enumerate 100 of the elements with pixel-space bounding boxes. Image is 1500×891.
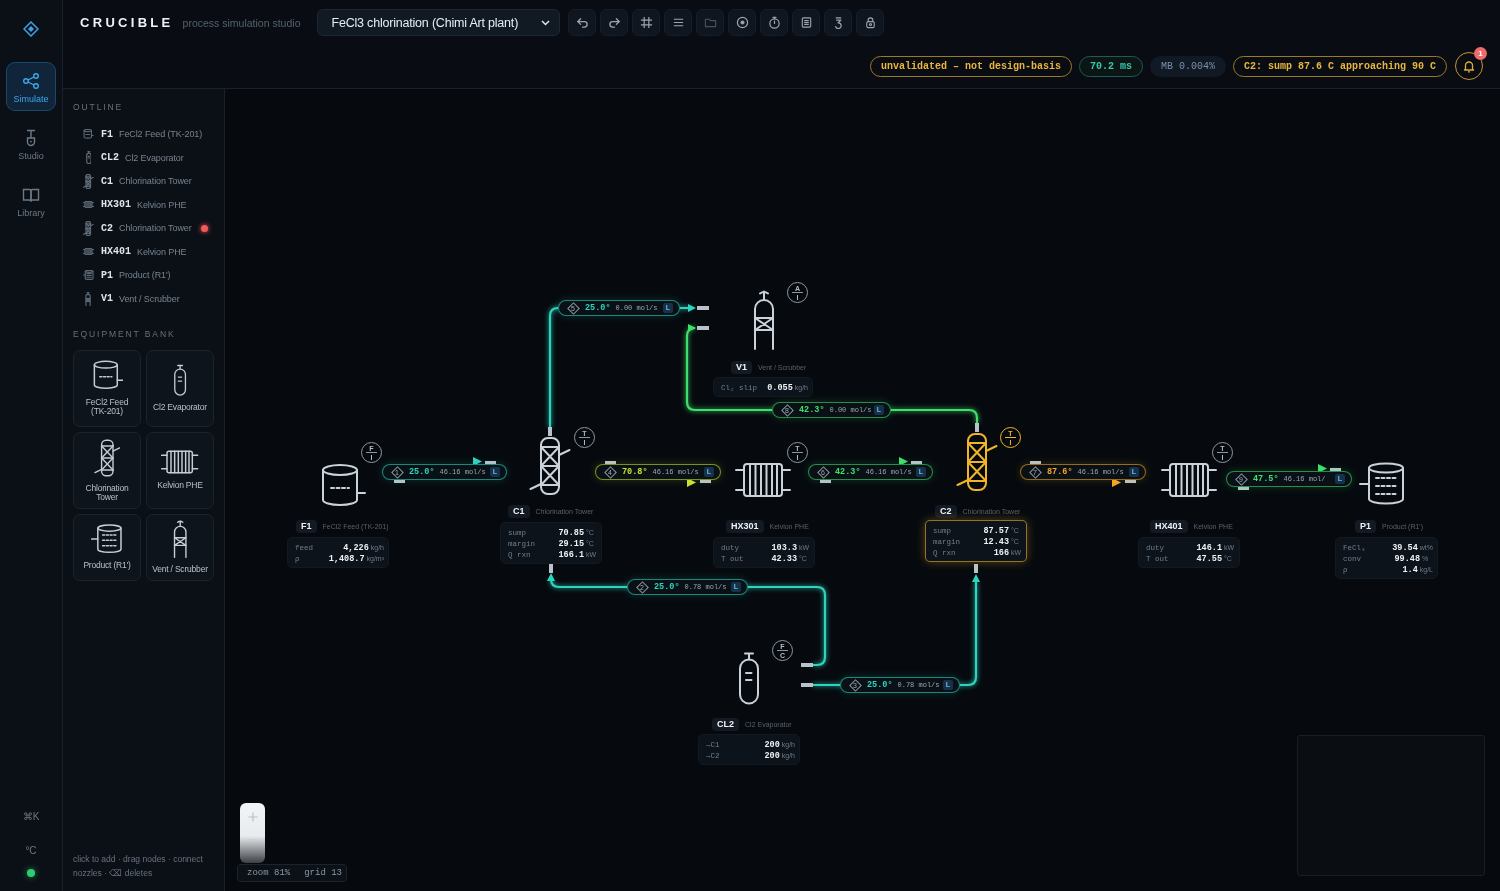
node-tag: V1	[731, 361, 752, 374]
reading-value: 166.1	[558, 549, 584, 560]
unit-toggle[interactable]: °C	[25, 845, 37, 857]
plate-exchanger-icon	[161, 450, 199, 474]
outline-item[interactable]: P1 Product (R1')	[73, 263, 214, 287]
stopwatch-icon	[767, 16, 781, 29]
stream-temperature: 87.6°	[1047, 467, 1073, 477]
column-icon	[93, 438, 121, 477]
node-tag: P1	[1355, 520, 1376, 533]
stream-temperature: 25.0°	[867, 680, 893, 690]
section-title: EQUIPMENT BANK	[73, 328, 177, 339]
reading-value: 12.43	[983, 536, 1009, 547]
sheet-button[interactable]	[792, 9, 821, 36]
grid-icon	[639, 16, 653, 29]
reading-value: 0.055	[767, 382, 793, 393]
outline-item[interactable]: HX301 Kelvion PHE	[73, 193, 214, 217]
vent-vessel-icon	[85, 291, 92, 306]
reading-value: 103.3	[771, 542, 797, 553]
column-icon	[83, 220, 94, 236]
command-shortcut[interactable]: ⌘K	[22, 811, 40, 823]
book-icon	[22, 186, 40, 204]
node-tag: F1	[296, 520, 317, 533]
reading-value: 70.85	[558, 527, 584, 538]
node-tag: C2	[935, 505, 957, 518]
equipment-tile[interactable]: Kelvion PHE	[146, 431, 214, 509]
outline-item[interactable]: C1 Chlorination Tower	[73, 169, 214, 193]
plus-icon	[247, 812, 258, 822]
list-button[interactable]	[664, 9, 693, 36]
outline-item[interactable]: F1 FeCl2 Feed (TK-201)	[73, 122, 214, 146]
storage-tank-icon	[90, 524, 124, 554]
reading-value: 4,226	[343, 542, 369, 553]
document-icon	[799, 16, 813, 29]
section-title: OUTLINE	[73, 102, 125, 112]
reading-value: 87.57	[983, 525, 1009, 536]
node-tag: HX401	[1150, 520, 1188, 533]
stream-temperature: 70.8°	[622, 467, 648, 477]
reading-value: 42.33	[771, 553, 797, 564]
help-hint: click to add · drag nodes · connect nozzles · ⌫ deletes	[73, 853, 204, 880]
reading-value: 47.55	[1196, 553, 1222, 564]
brand-tagline: process simulation studio	[182, 16, 301, 29]
status-badge: MB 0.004%	[1149, 55, 1226, 77]
share-nodes-icon	[22, 72, 40, 90]
stream-temperature: 25.0°	[409, 467, 435, 477]
redo-button[interactable]	[600, 9, 629, 36]
reading-value: 29.15	[558, 538, 584, 549]
reading-value: 200	[764, 739, 780, 750]
list-icon	[671, 16, 685, 29]
vent-vessel-icon	[171, 520, 189, 558]
reading-value: 39.54	[1392, 542, 1418, 553]
redo-icon	[607, 16, 621, 29]
stream-temperature: 42.3°	[799, 405, 825, 415]
node-tag: C1	[508, 505, 530, 518]
reading-value: 146.1	[1196, 542, 1222, 553]
lock-button[interactable]	[856, 9, 885, 36]
chevron-down-icon	[541, 19, 551, 26]
notification-count: 1	[1474, 47, 1487, 60]
outline-item[interactable]: V1 Vent / Scrubber	[73, 287, 214, 311]
glyph-button[interactable]	[824, 9, 853, 36]
equipment-tile[interactable]: Product (R1')	[73, 513, 141, 581]
gas-cylinder-icon	[172, 364, 188, 396]
node-tag: HX301	[726, 520, 764, 533]
bell-icon	[1462, 59, 1476, 73]
plate-exchanger-icon	[83, 201, 94, 209]
nav-item[interactable]: Simulate	[6, 62, 56, 111]
outline-item[interactable]: CL2 Cl2 Evaporator	[73, 146, 214, 170]
reading-value: 1.4	[1402, 564, 1418, 575]
outline-item[interactable]: C2 Chlorination Tower	[73, 216, 214, 240]
stream-temperature: 25.0°	[585, 303, 611, 313]
stream-temperature: 42.3°	[835, 467, 861, 477]
equipment-tile[interactable]: Vent / Scrubber	[146, 513, 214, 581]
status-badge: 70.2 ms	[1078, 55, 1143, 77]
node-tag: CL2	[712, 718, 739, 731]
equipment-tile[interactable]: Chlorination Tower	[73, 431, 141, 509]
reading-value: 166	[993, 547, 1009, 558]
equipment-tile[interactable]: FeCl2 Feed (TK-201)	[73, 349, 141, 427]
project-select[interactable]: FeCl3 chlorination (Chimi Art plant)	[317, 9, 561, 36]
grid-button[interactable]	[632, 9, 661, 36]
stream-temperature: 47.5°	[1253, 474, 1279, 484]
logo-icon	[23, 21, 39, 37]
undo-button[interactable]	[568, 9, 597, 36]
gas-cylinder-icon	[85, 151, 92, 165]
stream-temperature: 25.0°	[654, 582, 680, 592]
outline-item[interactable]: HX401 Kelvion PHE	[73, 240, 214, 264]
storage-tank-icon	[83, 270, 94, 281]
reading-value: 99.48	[1394, 553, 1420, 564]
brand-name: CRUCIBLE	[80, 15, 174, 30]
target-button[interactable]	[728, 9, 757, 36]
folder-icon	[703, 16, 717, 29]
timer-button[interactable]	[760, 9, 789, 36]
minus-icon	[247, 839, 258, 841]
target-icon	[735, 16, 749, 29]
nav-item[interactable]: Studio	[6, 119, 56, 168]
plate-exchanger-icon	[83, 248, 94, 256]
reading-value: 1,408.7	[328, 553, 365, 564]
undo-icon	[575, 16, 589, 29]
equipment-tile[interactable]: Cl2 Evaporator	[146, 349, 214, 427]
zoom-level: zoom 81%	[247, 868, 291, 878]
column-icon	[83, 173, 94, 189]
grid-size: grid 13	[304, 868, 343, 878]
nav-item[interactable]: Library	[6, 176, 56, 225]
